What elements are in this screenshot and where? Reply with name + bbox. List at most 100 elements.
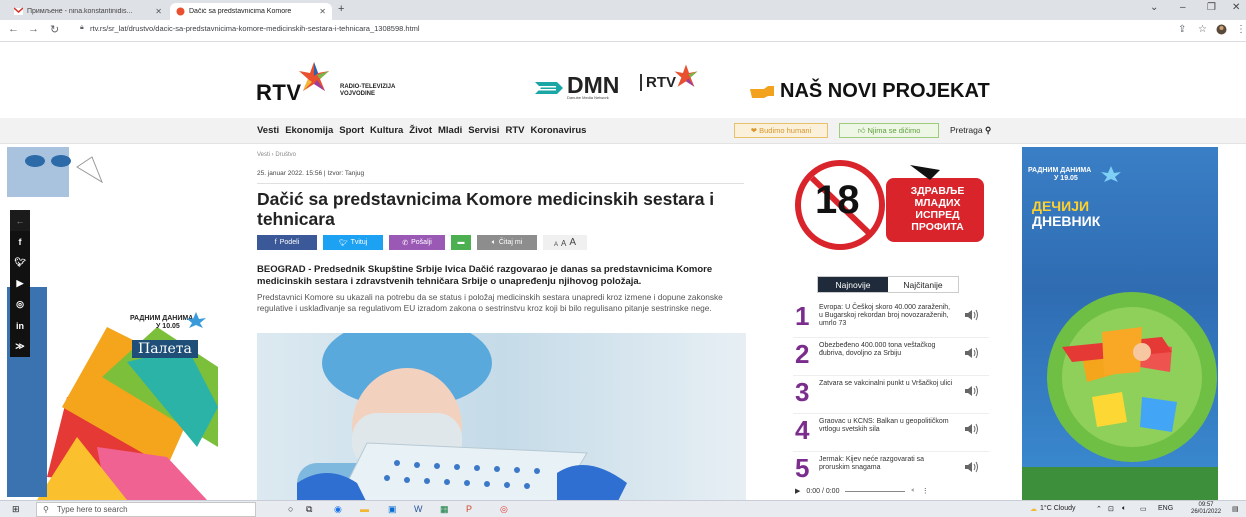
language-indicator[interactable]: ENG [1158,505,1173,512]
nav-item-servisi[interactable]: Servisi [468,125,499,136]
tab-gmail[interactable]: Примљене - nina.konstantinidis... ✕ [8,3,168,20]
menu-icon[interactable]: ⋮ [1236,24,1246,35]
avatar[interactable] [1216,24,1227,38]
store-icon[interactable]: ▣ [388,504,397,515]
chevron-up-icon[interactable]: ⌃ [1096,505,1102,513]
forward-icon[interactable]: → [28,23,39,35]
read-aloud-button[interactable]: 🔈︎ Čitaj mi [477,235,537,250]
search-link[interactable]: Pretraga ⚲ [950,125,991,136]
chevron-down-icon[interactable]: ⌄ [1150,2,1158,13]
tab-najcitanije[interactable]: Najčitanije [888,277,958,292]
battery-icon[interactable]: ▭ [1140,505,1147,513]
volume-icon[interactable]: 🔈︎ [911,487,915,495]
button-label: Čitaj mi [498,239,523,246]
list-item[interactable]: 4 Graovac u KCNS: Balkan u geopolitičkom… [793,414,989,452]
list-item[interactable]: 3 Zatvara se vakcinalni punkt u Vršačkoj… [793,376,989,414]
reload-icon[interactable]: ↻ [50,23,59,36]
more-options-icon[interactable]: ⋮ [922,487,929,495]
speaker-icon[interactable] [964,423,980,435]
close-icon[interactable]: ✕ [155,7,162,16]
chrome-icon[interactable]: ◎ [500,504,508,515]
arrow-left-icon[interactable]: ← [10,210,30,231]
list-item-number: 4 [795,415,810,445]
rss-icon[interactable]: ≫ [10,336,30,357]
list-item-title[interactable]: Obezbeđeno 400.000 tona veštačkog đubriv… [819,342,954,358]
nav-item-koronavirus[interactable]: Koronavirus [530,125,586,136]
ad-schedule-line: РАДНИМ ДАНИМА [130,315,194,322]
linkedin-icon[interactable]: in [10,315,30,336]
nav-item-sport[interactable]: Sport [339,125,364,136]
share-icon[interactable]: ⇪ [1178,24,1186,35]
speaker-icon[interactable] [964,309,980,321]
powerpoint-icon[interactable]: P [466,504,472,514]
send-button[interactable]: ✆ Pošalji [389,235,445,250]
network-icon[interactable]: ⊡ [1108,505,1114,513]
volume-icon[interactable]: 🔈︎ [1122,505,1126,513]
project-banner[interactable]: NAŠ NOVI PROJEKAT [780,80,990,103]
campaign-banner[interactable]: 18 ЗДРАВЉЕ МЛАДИХ ИСПРЕД ПРОФИТА [790,160,985,250]
taskbar-search-input[interactable]: ⚲ Type here to search [36,502,256,517]
star-icon[interactable]: ☆ [1198,24,1207,35]
minimize-icon[interactable]: – [1180,2,1186,13]
edge-icon[interactable]: ◉ [334,504,342,515]
twitter-icon[interactable]: 🐦︎ [10,252,30,273]
instagram-icon[interactable]: ◎ [10,294,30,315]
notifications-icon[interactable]: ▤ [1232,505,1239,513]
list-item-title[interactable]: Evropa: U Češkoj skoro 40.000 zaraženih,… [819,304,954,328]
restore-icon[interactable]: ❐ [1207,2,1216,13]
youtube-icon[interactable]: ▶ [10,273,30,294]
close-icon[interactable]: ✕ [319,7,326,16]
facebook-share-button[interactable]: f Podeli [257,235,317,250]
tab-article[interactable]: Dačić sa predstavnicima Komore ✕ [170,3,332,20]
file-explorer-icon[interactable]: ▬ [360,504,369,514]
new-tab-icon[interactable]: + [338,3,344,15]
word-icon[interactable]: W [414,504,423,514]
weather-text[interactable]: 1°C Cloudy [1040,505,1075,512]
tab-title: Dačić sa predstavnicima Komore [189,8,292,15]
excel-icon[interactable]: ▦ [440,504,449,515]
list-item[interactable]: 2 Obezbeđeno 400.000 tona veštačkog đubr… [793,338,989,376]
ad-right-decji-dnevnik[interactable]: РАДНИМ ДАНИМА У 19.05 ДЕЧИЈИ ДНЕВНИК [1022,147,1218,500]
breadcrumb[interactable]: Vesti › Društvo [257,152,296,158]
budimo-humani-button[interactable]: ❤ Budimo humani [734,123,828,138]
weather-icon[interactable]: ☁ [1030,505,1037,513]
back-icon[interactable]: ← [8,23,19,35]
url-field[interactable]: rtv.rs/sr_lat/drustvo/dacic-sa-predstavn… [90,24,420,33]
lock-icon[interactable]: 🔒︎ [80,24,84,32]
speaker-icon[interactable] [964,347,980,359]
twitter-share-button[interactable]: 🐦︎ Tvituj [323,235,383,250]
nav-item-kultura[interactable]: Kultura [370,125,403,136]
nav-item-ekonomija[interactable]: Ekonomija [285,125,333,136]
font-small-button[interactable]: A [554,242,558,248]
list-item-title[interactable]: Zatvara se vakcinalni punkt u Vršačkoj u… [819,380,954,388]
thumbs-up-icon: 👍︎ [857,125,868,135]
play-icon[interactable]: ▶ [795,487,800,495]
rtv-logo[interactable]: RTV [256,80,302,106]
list-item-title[interactable]: Graovac u KCNS: Balkan u geopolitičkom v… [819,418,954,434]
sms-button[interactable]: ▬ [451,235,471,250]
speaker-icon[interactable] [964,385,980,397]
nav-item-vesti[interactable]: Vesti [257,125,279,136]
audio-progress-track[interactable] [845,490,906,492]
font-medium-button[interactable]: A [561,239,566,248]
heart-icon: ❤ [750,126,760,135]
list-item-title[interactable]: Jermak: Kijev neće razgovarati sa prorus… [819,456,954,472]
njima-se-dicimo-button[interactable]: 👍︎ Njima se dičimo [839,123,939,138]
nav-item-mladi[interactable]: Mladi [438,125,462,136]
close-window-icon[interactable]: ✕ [1232,2,1240,13]
cortana-icon[interactable]: ○ [288,504,293,514]
search-icon: ⚲ [984,125,992,135]
article-body: Predstavnici Komore su ukazali na potreb… [257,292,723,313]
tab-najnovije[interactable]: Najnovije [818,277,888,292]
facebook-icon[interactable]: f [10,231,30,252]
clock[interactable]: 09:57 26/01/2022 [1191,502,1221,516]
main-nav: Vesti Ekonomija Sport Kultura Život Mlad… [0,118,1246,144]
task-view-icon[interactable]: ⧉ [306,504,312,515]
speaker-icon[interactable] [964,461,980,473]
list-item[interactable]: 1 Evropa: U Češkoj skoro 40.000 zaraženi… [793,300,989,338]
font-large-button[interactable]: A [569,237,576,248]
ad-left-paleta[interactable]: РАДНИМ ДАНИМА У 10.05 Палета [7,147,218,500]
windows-start-icon[interactable]: ⊞ [12,504,20,515]
nav-item-rtv[interactable]: RTV [505,125,524,136]
nav-item-zivot[interactable]: Život [409,125,432,136]
